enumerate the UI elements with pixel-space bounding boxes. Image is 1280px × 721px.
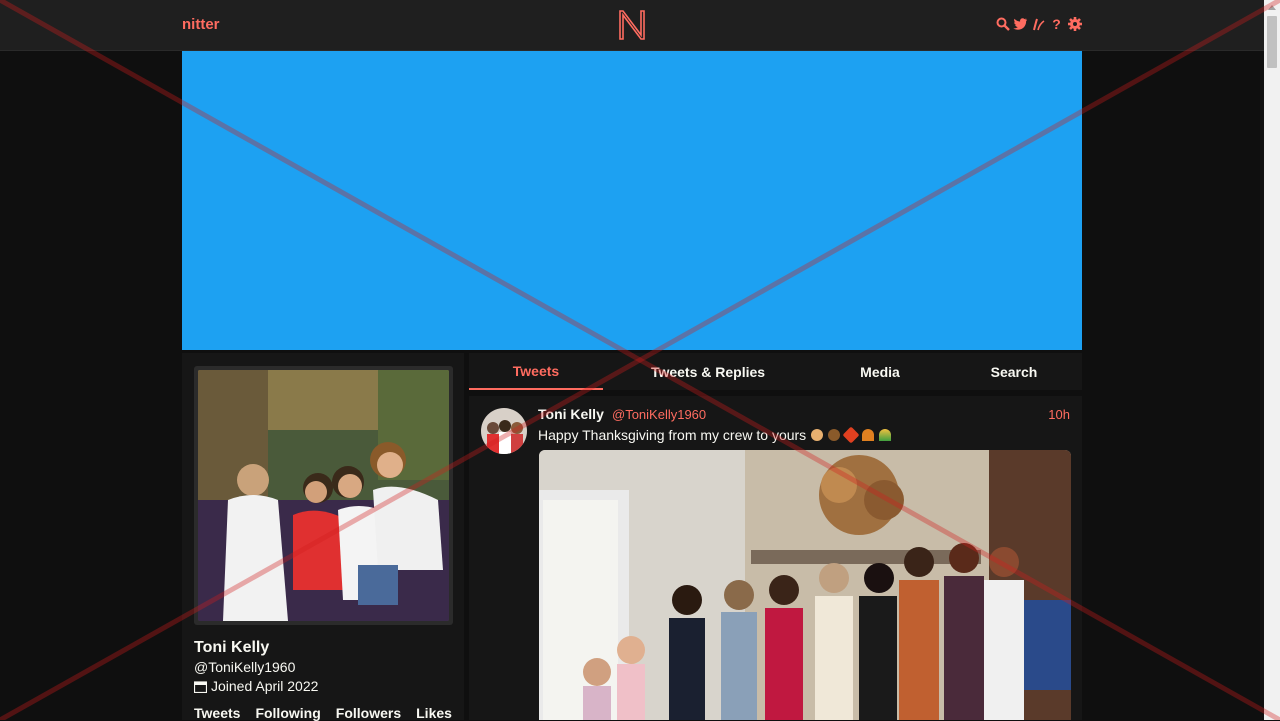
page-scrollbar[interactable] — [1264, 0, 1280, 720]
search-icon[interactable] — [995, 16, 1010, 32]
tweet-image[interactable] — [539, 450, 1071, 720]
tweet-text: Happy Thanksgiving from my crew to yours — [538, 427, 807, 443]
gear-icon[interactable] — [1067, 16, 1082, 32]
rss-icon[interactable] — [1031, 16, 1046, 32]
profile-banner[interactable] — [182, 51, 1082, 350]
stat-likes[interactable]: Likes — [416, 705, 452, 721]
tweet-fullname[interactable]: Toni Kelly — [538, 406, 604, 422]
profile-fullname[interactable]: Toni Kelly — [194, 639, 269, 657]
tab-tweets-replies[interactable]: Tweets & Replies — [629, 353, 787, 390]
help-icon[interactable]: ? — [1049, 16, 1064, 32]
brand-link[interactable]: nitter — [182, 16, 220, 33]
joined-text: Joined April 2022 — [211, 678, 319, 694]
tweet-date[interactable]: 10h — [1048, 407, 1070, 422]
tab-tweets[interactable]: Tweets — [469, 353, 603, 390]
twitter-bird-icon[interactable] — [1013, 16, 1028, 32]
timeline-item[interactable]: Toni Kelly @ToniKelly1960 10h Happy Than… — [469, 396, 1082, 720]
praying-hands-emoji-icon — [811, 429, 824, 441]
pie-emoji-icon — [862, 429, 875, 441]
wheat-emoji-icon — [879, 429, 892, 441]
maple-leaf-emoji-icon — [842, 426, 860, 444]
tab-search[interactable]: Search — [974, 353, 1054, 390]
nitter-logo[interactable] — [617, 8, 647, 42]
calendar-icon — [194, 680, 207, 693]
tweet-content: Happy Thanksgiving from my crew to yours — [538, 426, 892, 444]
tab-media[interactable]: Media — [839, 353, 921, 390]
profile-stats: Tweets Following Followers Likes — [194, 705, 452, 721]
turkey-emoji-icon — [828, 429, 841, 441]
navbar: nitter ? — [0, 0, 1264, 50]
tweet-avatar[interactable] — [481, 408, 527, 454]
profile-joined: Joined April 2022 — [194, 678, 318, 694]
stat-tweets[interactable]: Tweets — [194, 705, 240, 721]
avatar[interactable] — [198, 370, 449, 621]
timeline-tabs: Tweets Tweets & Replies Media Search — [469, 353, 1082, 390]
scroll-thumb[interactable] — [1267, 16, 1277, 68]
stat-following[interactable]: Following — [255, 705, 320, 721]
profile-username[interactable]: @ToniKelly1960 — [194, 659, 295, 675]
stat-followers[interactable]: Followers — [336, 705, 401, 721]
scroll-up-arrow-icon[interactable] — [1268, 5, 1276, 10]
tweet-username[interactable]: @ToniKelly1960 — [612, 407, 706, 422]
profile-card: Toni Kelly @ToniKelly1960 Joined April 2… — [182, 353, 464, 721]
avatar-frame — [194, 366, 453, 625]
